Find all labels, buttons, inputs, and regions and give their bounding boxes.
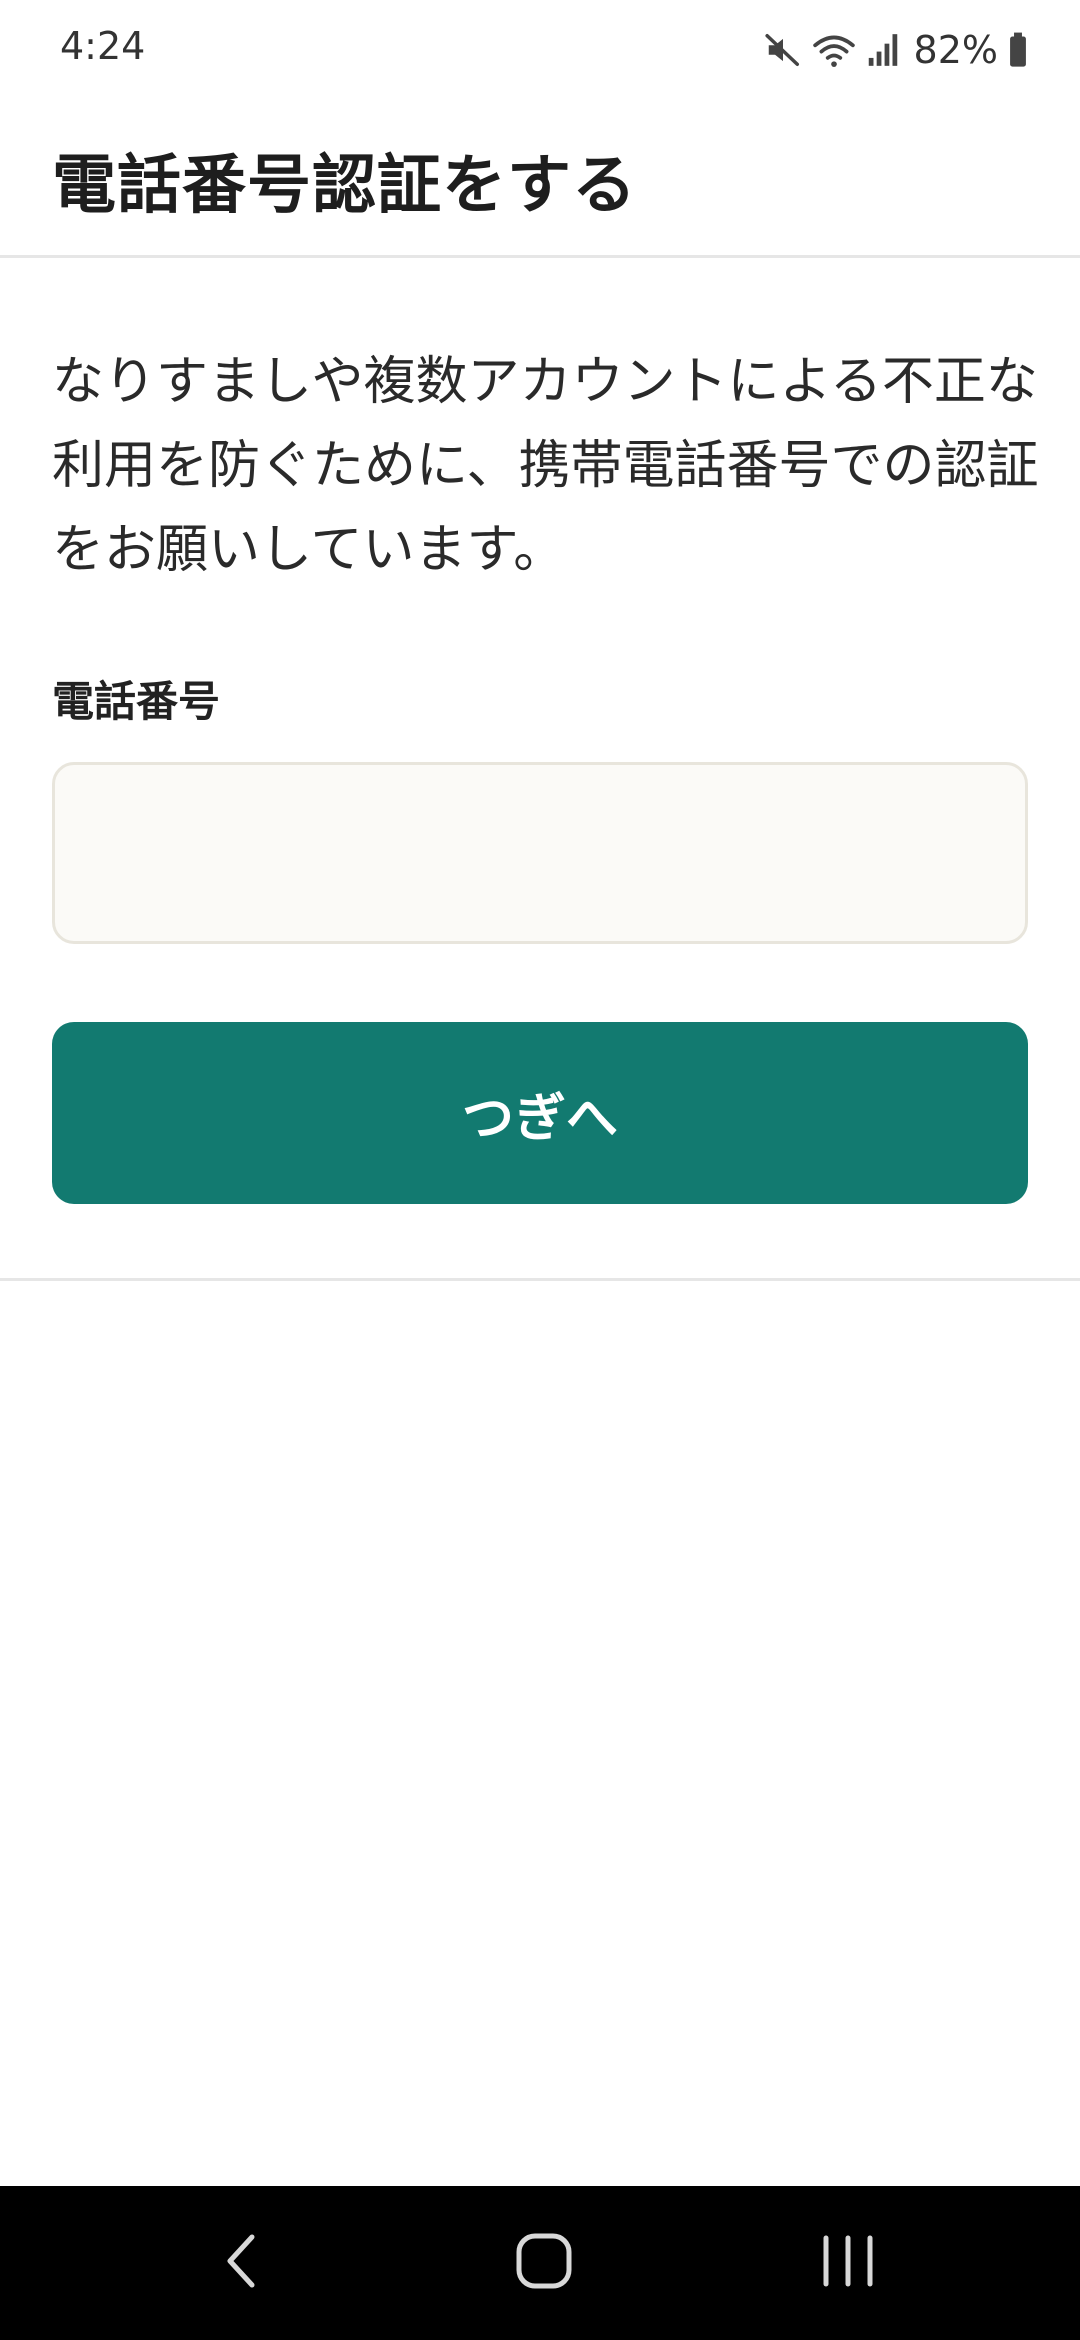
page-title: 電話番号認証をする <box>52 149 637 223</box>
back-button[interactable] <box>182 2186 302 2340</box>
header: 電話番号認証をする <box>0 100 1080 258</box>
home-icon <box>515 2232 573 2294</box>
wifi-icon <box>812 31 856 69</box>
phone-label: 電話番号 <box>52 677 221 726</box>
back-icon <box>222 2231 262 2295</box>
recents-icon <box>820 2234 876 2292</box>
phone-input[interactable] <box>52 762 1028 944</box>
home-button[interactable] <box>484 2186 604 2340</box>
nav-bar <box>0 2186 1080 2340</box>
battery-icon <box>1008 31 1028 69</box>
mute-icon <box>764 31 802 69</box>
divider <box>0 1278 1080 1281</box>
status-icons: 82% <box>764 22 1028 78</box>
battery-percent: 82% <box>913 28 998 72</box>
next-button[interactable]: つぎへ <box>52 1022 1028 1204</box>
status-bar: 4:24 82% <box>0 0 1080 100</box>
recents-button[interactable] <box>788 2186 908 2340</box>
status-time: 4:24 <box>60 24 146 68</box>
description-text: なりすましや複数アカウントによる不正な利用を防ぐために、携帯電話番号での認証をお… <box>52 352 1039 580</box>
signal-icon <box>866 31 900 69</box>
